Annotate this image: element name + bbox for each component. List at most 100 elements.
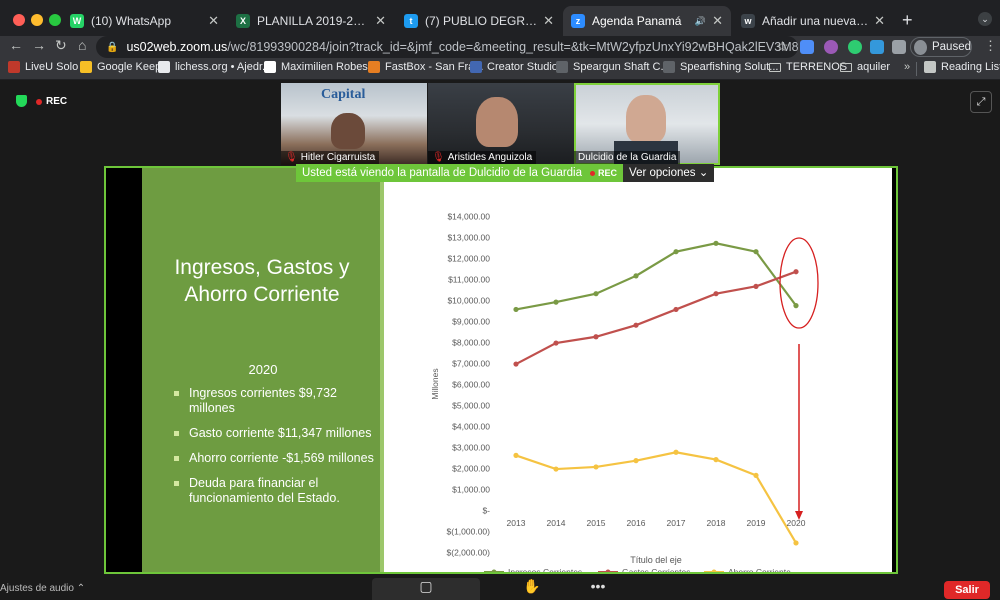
y-tick-label: $3,000.00 xyxy=(452,443,490,453)
extension-icon[interactable] xyxy=(824,40,838,54)
maximize-window-icon[interactable] xyxy=(49,14,61,26)
bookmark-item[interactable]: Creator Studio xyxy=(470,61,558,73)
close-tab-icon[interactable]: ✕ xyxy=(375,13,386,29)
tab-1[interactable]: W (10) WhatsApp ✕ xyxy=(62,6,227,36)
close-tab-icon[interactable]: ✕ xyxy=(712,13,723,29)
tab-4[interactable]: z Agenda Panamá 🔊 ✕ xyxy=(563,6,731,36)
tab-search-icon[interactable]: ⌄ xyxy=(978,12,992,26)
back-icon[interactable]: ← xyxy=(9,37,23,53)
data-point xyxy=(793,269,799,275)
security-shield-icon[interactable] xyxy=(16,95,27,107)
tab-2[interactable]: X PLANILLA 2019-2021.xlsx ✕ xyxy=(228,6,394,36)
extension-icon[interactable] xyxy=(848,40,862,54)
participant-name: Dulcidio de la Guardia xyxy=(574,151,681,165)
forward-icon[interactable]: → xyxy=(32,37,46,53)
puzzle-extensions-icon[interactable] xyxy=(892,40,906,54)
bookmark-label: Google Keep xyxy=(97,61,162,73)
bullet-icon xyxy=(174,456,179,461)
liveu-icon xyxy=(8,61,20,73)
bullet-icon xyxy=(174,391,179,396)
translate-extension-icon[interactable] xyxy=(870,40,884,54)
bookmark-item[interactable]: FastBox - San Fra... xyxy=(368,61,483,73)
bookmark-star-icon[interactable]: ☆ xyxy=(776,38,789,55)
legend-label: Ingresos Corrientes xyxy=(508,567,582,574)
more-button[interactable]: ••• xyxy=(586,578,610,600)
bookmark-label: lichess.org • Ajedr... xyxy=(175,61,272,73)
new-tab-icon[interactable]: + xyxy=(902,10,913,31)
minimize-window-icon[interactable] xyxy=(31,14,43,26)
close-tab-icon[interactable]: ✕ xyxy=(543,13,554,29)
recording-dot-icon xyxy=(590,170,596,176)
bookmark-item[interactable]: Maximilien Robes... xyxy=(264,61,377,73)
creator-studio-icon xyxy=(470,61,482,73)
menu-kebab-icon[interactable]: ⋮ xyxy=(984,38,997,54)
letterbox xyxy=(106,168,142,572)
address-bar[interactable]: 🔒 us02web.zoom.us/wc/81993900284/join?tr… xyxy=(96,36,798,58)
bookmark-item[interactable]: Speargun Shaft C... xyxy=(556,61,670,73)
profile-button[interactable]: Paused xyxy=(910,37,972,57)
legend-marker xyxy=(711,569,717,572)
y-tick-label: $6,000.00 xyxy=(452,380,490,390)
x-tick-label: 2020 xyxy=(787,518,806,528)
x-tick-label: 2014 xyxy=(547,518,566,528)
y-tick-label: $7,000.00 xyxy=(452,359,490,369)
y-tick-label: $5,000.00 xyxy=(452,401,490,411)
bookmark-label: FastBox - San Fra... xyxy=(385,61,484,73)
bookmark-item[interactable]: Spearfishing Solut... xyxy=(663,61,778,73)
participant-tile[interactable]: 🎙 Aristides Anguizola xyxy=(428,83,574,165)
home-icon[interactable]: ⌂ xyxy=(78,37,86,53)
reading-list-label: Reading List xyxy=(941,61,1000,73)
bookmark-item[interactable]: aquiler xyxy=(840,61,890,73)
tab-3[interactable]: t (7) PUBLIO DEGRACIA - Twitter ✕ xyxy=(396,6,562,36)
data-point xyxy=(553,299,559,305)
bookmark-item[interactable]: TERRENOS xyxy=(769,61,847,73)
bookmark-label: Creator Studio xyxy=(487,61,558,73)
close-window-icon[interactable] xyxy=(13,14,25,26)
slide-title: Ingresos, Gastos y Ahorro Corriente xyxy=(174,256,350,306)
url-host: us02web.zoom.us xyxy=(126,40,228,54)
lichess-icon xyxy=(158,61,170,73)
screen-share-banner: Usted está viendo la pantalla de Dulcidi… xyxy=(296,164,715,182)
view-options-button[interactable]: Ver opciones ⌄ xyxy=(623,164,715,182)
reading-list-button[interactable]: Reading List xyxy=(924,61,1000,73)
leave-meeting-button[interactable]: Salir xyxy=(944,581,990,599)
participant-name: 🎙 Hitler Cigarruista xyxy=(281,151,380,165)
twitter-icon: t xyxy=(404,14,418,28)
share-screen-button[interactable]: ▢ xyxy=(372,578,480,600)
participant-tile-active-speaker[interactable]: Dulcidio de la Guardia xyxy=(574,83,720,165)
audio-playing-icon[interactable]: 🔊 xyxy=(695,16,706,27)
bookmark-item[interactable]: Google Keep xyxy=(80,61,161,73)
dropbox-extension-icon[interactable] xyxy=(800,40,814,54)
bookmarks-overflow[interactable]: » xyxy=(904,61,910,73)
data-point xyxy=(673,249,679,255)
reload-icon[interactable]: ↻ xyxy=(55,37,67,54)
series-line xyxy=(515,451,797,544)
tab-5[interactable]: w Añadir una nueva entrada < Fo ✕ xyxy=(733,6,893,36)
bookmark-item[interactable]: lichess.org • Ajedr... xyxy=(158,61,271,73)
whatsapp-icon: W xyxy=(70,14,84,28)
y-tick-label: $2,000.00 xyxy=(452,464,490,474)
chat-icon: ▢ xyxy=(419,578,433,594)
close-tab-icon[interactable]: ✕ xyxy=(874,13,885,29)
bookmark-item[interactable]: LiveU Solo xyxy=(8,61,78,73)
shared-screen: Ingresos, Gastos y Ahorro Corriente 2020… xyxy=(104,166,898,574)
y-axis-label: Millones xyxy=(430,368,440,399)
legend-label: Ahorro Corriente xyxy=(728,567,791,574)
close-tab-icon[interactable]: ✕ xyxy=(208,13,219,29)
raise-hand-icon: ✋ xyxy=(523,578,541,594)
audio-settings-button[interactable]: Ajustes de audio ⌃ xyxy=(0,583,85,594)
more-dots-icon: ••• xyxy=(590,578,606,594)
x-tick-label: 2019 xyxy=(747,518,766,528)
fullscreen-icon[interactable]: ⤢ xyxy=(970,91,992,113)
tab-title: PLANILLA 2019-2021.xlsx xyxy=(257,14,369,28)
divider xyxy=(916,62,917,76)
tab-title: (10) WhatsApp xyxy=(91,14,172,28)
tab-title: Agenda Panamá xyxy=(592,14,682,28)
participant-tile[interactable]: Capital 🎙 Hitler Cigarruista xyxy=(281,83,427,165)
data-point xyxy=(553,466,559,472)
y-tick-label: $8,000.00 xyxy=(452,338,490,348)
y-tick-label: $12,000.00 xyxy=(447,254,490,264)
slide-bullet: Gasto corriente $11,347 millones xyxy=(174,426,374,441)
lock-icon: 🔒 xyxy=(106,41,119,53)
reactions-button[interactable]: ✋ xyxy=(522,578,542,600)
